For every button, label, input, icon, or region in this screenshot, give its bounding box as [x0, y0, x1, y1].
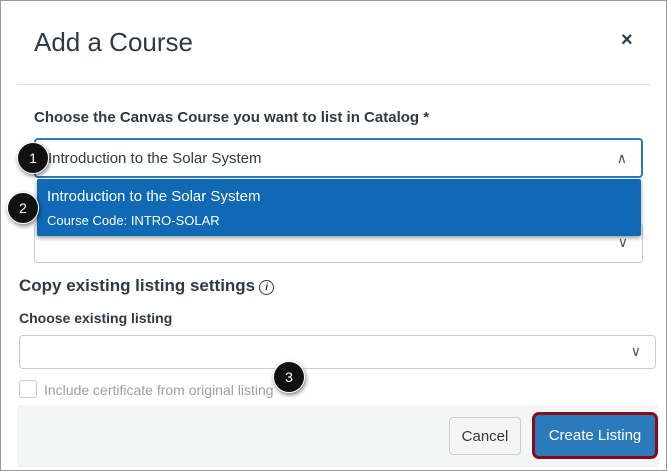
- callout-badge-1: 1: [17, 142, 49, 174]
- existing-listing-label: Choose existing listing: [19, 310, 173, 326]
- copy-settings-heading-text: Copy existing listing settings: [19, 276, 256, 295]
- include-certificate-checkbox[interactable]: [19, 380, 37, 398]
- dialog-title: Add a Course: [34, 27, 193, 57]
- create-listing-button[interactable]: Create Listing: [532, 412, 658, 459]
- cancel-button[interactable]: Cancel: [449, 417, 521, 455]
- option-title: Introduction to the Solar System: [47, 188, 261, 205]
- dropdown-option[interactable]: Introduction to the Solar System Course …: [37, 179, 641, 236]
- include-certificate-label: Include certificate from original listin…: [44, 382, 274, 398]
- course-select[interactable]: Introduction to the Solar System ∧: [34, 138, 643, 178]
- course-select-label: Choose the Canvas Course you want to lis…: [34, 109, 430, 126]
- divider: [17, 84, 650, 85]
- copy-settings-heading: Copy existing listing settings i: [19, 276, 275, 296]
- chevron-down-icon: ∨: [630, 343, 641, 359]
- chevron-down-icon: ∨: [617, 234, 628, 250]
- option-course-code: Course Code: INTRO-SOLAR: [47, 213, 220, 228]
- existing-listing-select[interactable]: ∨: [19, 335, 656, 369]
- close-icon[interactable]: ×: [621, 29, 633, 52]
- chevron-up-icon: ∧: [616, 150, 627, 166]
- course-select-value: Introduction to the Solar System: [48, 150, 262, 167]
- callout-badge-2: 2: [7, 192, 39, 224]
- callout-badge-3: 3: [273, 361, 305, 393]
- add-course-dialog: Add a Course × Choose the Canvas Course …: [0, 0, 667, 471]
- info-icon[interactable]: i: [259, 280, 275, 295]
